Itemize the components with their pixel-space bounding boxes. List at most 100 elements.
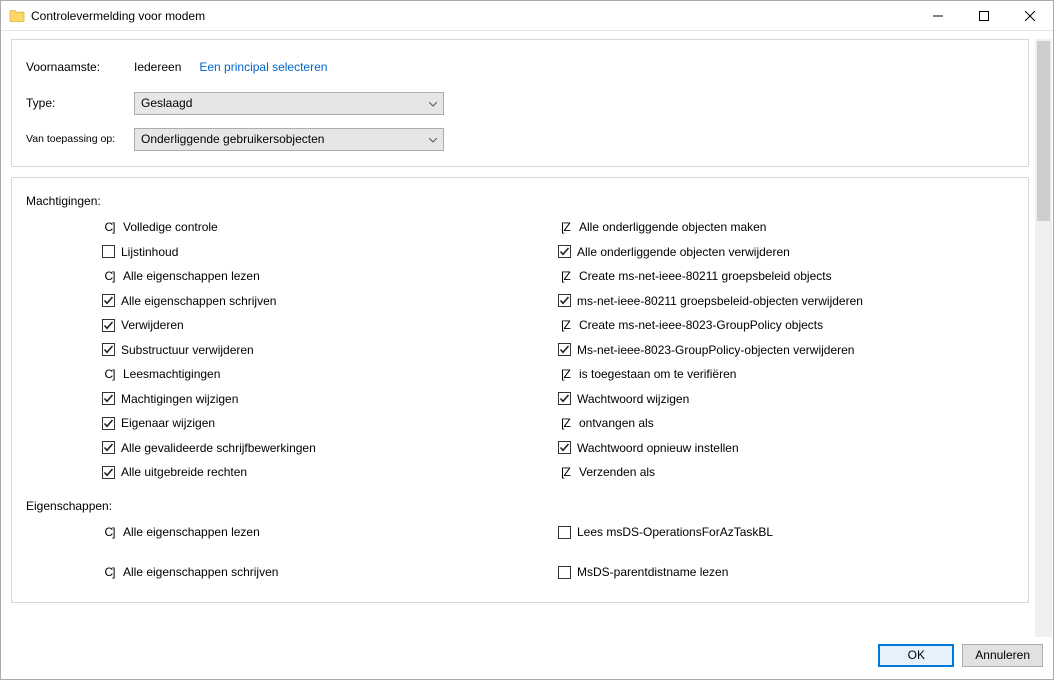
- permission-label: ms-net-ieee-80211 groepsbeleid-objecten …: [577, 294, 863, 308]
- permission-checkbox[interactable]: [102, 417, 115, 430]
- permission-item: Alle uitgebreide rechten: [102, 463, 558, 481]
- permission-checkbox[interactable]: [558, 343, 571, 356]
- permission-item: Machtigingen wijzigen: [102, 390, 558, 408]
- properties-title: Eigenschappen:: [26, 499, 1014, 513]
- type-combo[interactable]: Geslaagd: [134, 92, 444, 115]
- header-panel: Voornaamste: Iedereen Een principal sele…: [11, 39, 1029, 167]
- permissions-title: Machtigingen:: [26, 194, 1014, 208]
- permissions-col-right: [Z Alle onderliggende objecten maken Alle …: [558, 218, 1014, 481]
- select-principal-link[interactable]: Een principal selecteren: [199, 60, 327, 74]
- permission-label: MsDS-parentdistname lezen: [577, 565, 728, 579]
- permission-label: Ms-net-ieee-8023-GroupPolicy-objecten ve…: [577, 343, 854, 357]
- permission-checkbox[interactable]: [558, 526, 571, 539]
- permission-checkbox[interactable]: [Z: [558, 221, 573, 234]
- permissions-panel: Machtigingen: C] Volledige controle Lijsti…: [11, 177, 1029, 603]
- permission-checkbox[interactable]: [102, 392, 115, 405]
- permission-item: C]Alle eigenschappen lezen: [102, 267, 558, 285]
- permission-checkbox[interactable]: [Z: [558, 270, 573, 283]
- permission-item: [Z Alle onderliggende objecten maken: [558, 218, 1014, 236]
- permission-item: MsDS-parentdistname lezen: [558, 563, 1014, 581]
- permission-label: Create ms-net-ieee-80211 groepsbeleid ob…: [579, 269, 832, 283]
- maximize-button[interactable]: [961, 1, 1007, 31]
- permission-label: Alle uitgebreide rechten: [121, 465, 247, 479]
- permission-item: C] Volledige controle: [102, 218, 558, 236]
- properties-col-right: Lees msDS-OperationsForAzTaskBL MsDS-pare…: [558, 523, 1014, 581]
- permission-item: Verwijderen: [102, 316, 558, 334]
- permission-item: Wachtwoord opnieuw instellen: [558, 439, 1014, 457]
- close-button[interactable]: [1007, 1, 1053, 31]
- permission-label: Create ms-net-ieee-8023-GroupPolicy obje…: [579, 318, 823, 332]
- permission-label: Leesmachtigingen: [123, 367, 220, 381]
- permission-item: Ms-net-ieee-8023-GroupPolicy-objecten ve…: [558, 341, 1014, 359]
- permission-label: Wachtwoord opnieuw instellen: [577, 441, 739, 455]
- permission-checkbox[interactable]: C]: [102, 221, 117, 234]
- minimize-button[interactable]: [915, 1, 961, 31]
- permission-item: [Z Create ms-net-ieee-8023-GroupPolicy ob…: [558, 316, 1014, 334]
- permission-label: Eigenaar wijzigen: [121, 416, 215, 430]
- properties-columns: C]Alle eigenschappen lezenC]Alle eigensc…: [102, 523, 1014, 581]
- permission-checkbox[interactable]: C]: [102, 368, 117, 381]
- permission-checkbox[interactable]: [558, 245, 571, 258]
- permission-label: Volledige controle: [123, 220, 218, 234]
- permission-checkbox[interactable]: [102, 294, 115, 307]
- permission-item: Alle eigenschappen schrijven: [102, 292, 558, 310]
- ok-button[interactable]: OK: [878, 644, 954, 667]
- applies-combo-value: Onderliggende gebruikersobjecten: [141, 132, 324, 146]
- permission-checkbox[interactable]: [102, 343, 115, 356]
- permission-label: ontvangen als: [579, 416, 654, 430]
- vertical-scrollbar[interactable]: [1035, 39, 1052, 637]
- window: Controlevermelding voor modem Voornaamst…: [0, 0, 1054, 680]
- permission-checkbox[interactable]: [Z: [558, 319, 573, 332]
- permission-item: Lees msDS-OperationsForAzTaskBL: [558, 523, 1014, 541]
- permission-item: Wachtwoord wijzigen: [558, 390, 1014, 408]
- permission-item: [Z is toegestaan om te verifiëren: [558, 365, 1014, 383]
- type-label: Type:: [26, 96, 134, 110]
- cancel-button[interactable]: Annuleren: [962, 644, 1043, 667]
- permission-item: Eigenaar wijzigen: [102, 414, 558, 432]
- permission-checkbox[interactable]: [102, 466, 115, 479]
- permission-checkbox[interactable]: [558, 566, 571, 579]
- permission-label: Wachtwoord wijzigen: [577, 392, 689, 406]
- footer: OK Annuleren: [1, 637, 1053, 679]
- permission-checkbox[interactable]: [558, 441, 571, 454]
- permission-checkbox[interactable]: [102, 245, 115, 258]
- permission-checkbox[interactable]: C]: [102, 270, 117, 283]
- permission-item: Alle onderliggende objecten verwijderen: [558, 243, 1014, 261]
- permission-checkbox[interactable]: [Z: [558, 466, 573, 479]
- properties-col-left: C]Alle eigenschappen lezenC]Alle eigensc…: [102, 523, 558, 581]
- permission-label: Lijstinhoud: [121, 245, 178, 259]
- permission-label: is toegestaan om te verifiëren: [579, 367, 736, 381]
- permission-label: Verwijderen: [121, 318, 184, 332]
- permission-label: Alle onderliggende objecten maken: [579, 220, 766, 234]
- window-title: Controlevermelding voor modem: [31, 9, 205, 23]
- permission-label: Alle onderliggende objecten verwijderen: [577, 245, 790, 259]
- permission-item: ms-net-ieee-80211 groepsbeleid-objecten …: [558, 292, 1014, 310]
- scroll-content: Voornaamste: Iedereen Een principal sele…: [9, 39, 1035, 637]
- permission-label: Verzenden als: [579, 465, 655, 479]
- type-combo-value: Geslaagd: [141, 96, 192, 110]
- permission-item: Substructuur verwijderen: [102, 341, 558, 359]
- permission-checkbox[interactable]: [Z: [558, 417, 573, 430]
- permission-item: Alle gevalideerde schrijfbewerkingen: [102, 439, 558, 457]
- permission-item: [Z Verzenden als: [558, 463, 1014, 481]
- permission-checkbox[interactable]: C]: [102, 526, 117, 539]
- chevron-down-icon: [429, 96, 437, 110]
- folder-icon: [9, 8, 25, 24]
- applies-combo[interactable]: Onderliggende gebruikersobjecten: [134, 128, 444, 151]
- permission-checkbox[interactable]: [558, 392, 571, 405]
- chevron-down-icon: [429, 132, 437, 146]
- permission-label: Substructuur verwijderen: [121, 343, 254, 357]
- applies-label: Van toepassing op:: [26, 133, 134, 145]
- permission-checkbox[interactable]: [558, 294, 571, 307]
- permission-checkbox[interactable]: [Z: [558, 368, 573, 381]
- permission-checkbox[interactable]: [102, 441, 115, 454]
- permission-label: Alle eigenschappen schrijven: [123, 565, 278, 579]
- client-area: Voornaamste: Iedereen Een principal sele…: [1, 31, 1053, 637]
- permission-label: Lees msDS-OperationsForAzTaskBL: [577, 525, 773, 539]
- permission-item: C] Leesmachtigingen: [102, 365, 558, 383]
- permission-checkbox[interactable]: [102, 319, 115, 332]
- permission-checkbox[interactable]: C]: [102, 566, 117, 579]
- permission-label: Alle gevalideerde schrijfbewerkingen: [121, 441, 316, 455]
- scrollbar-thumb[interactable]: [1037, 41, 1050, 221]
- permission-label: Machtigingen wijzigen: [121, 392, 238, 406]
